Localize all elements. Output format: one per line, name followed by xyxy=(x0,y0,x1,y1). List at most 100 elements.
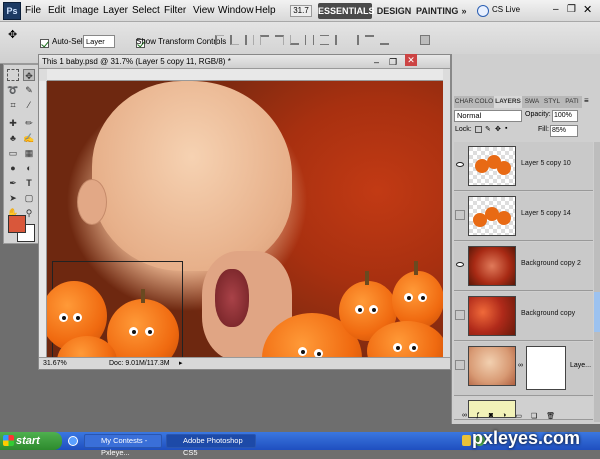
start-button[interactable]: start xyxy=(0,432,62,450)
dodge-tool-icon[interactable]: ◐ xyxy=(23,162,35,174)
distribute-bottom-icon[interactable] xyxy=(335,35,344,45)
auto-select-dropdown[interactable]: Layer xyxy=(83,35,115,48)
clone-stamp-tool-icon[interactable]: ♣ xyxy=(7,132,19,144)
eyedropper-tool-icon[interactable]: ⁄ xyxy=(23,99,35,111)
foreground-color-swatch[interactable] xyxy=(8,215,26,233)
tab-color[interactable]: COLO xyxy=(474,96,494,108)
taskbar-item-browser[interactable]: My Contests - Pxleye... xyxy=(84,434,162,457)
lock-image-icon[interactable]: ✎ xyxy=(485,125,491,133)
close-icon[interactable]: ✕ xyxy=(583,3,592,16)
menu-window[interactable]: Window xyxy=(218,5,254,16)
adjustment-layer-icon[interactable]: ◑ xyxy=(502,412,506,422)
distribute-center-icon[interactable] xyxy=(365,35,374,45)
visibility-toggle[interactable] xyxy=(455,360,465,370)
doc-close-icon[interactable]: ✕ xyxy=(405,54,417,66)
minimize-icon[interactable]: – xyxy=(553,4,559,15)
menu-help[interactable]: Help xyxy=(255,5,276,16)
auto-align-layers-icon[interactable] xyxy=(420,35,430,45)
status-arrow-icon[interactable]: ▸ xyxy=(179,358,183,370)
security-shield-icon[interactable] xyxy=(462,435,471,446)
tab-character[interactable]: CHAR xyxy=(454,96,474,108)
history-brush-tool-icon[interactable]: ✍ xyxy=(23,132,35,144)
document-tab[interactable]: This 1 baby.psd @ 31.7% (Layer 5 copy 11… xyxy=(39,54,450,69)
layers-scrollbar[interactable] xyxy=(594,142,600,422)
tab-styles[interactable]: STYL xyxy=(542,96,562,108)
workspace-painting[interactable]: PAINTING xyxy=(416,3,458,19)
lock-transparent-icon[interactable] xyxy=(475,126,482,133)
distribute-middle-icon[interactable] xyxy=(320,35,329,45)
quick-selection-tool-icon[interactable]: ✎ xyxy=(23,84,35,96)
layer-mask-thumbnail[interactable] xyxy=(526,346,566,390)
path-selection-tool-icon[interactable]: ➤ xyxy=(7,192,19,204)
crop-tool-icon[interactable]: ⌗ xyxy=(7,99,19,111)
align-left-icon[interactable] xyxy=(260,35,269,45)
blur-tool-icon[interactable]: ● xyxy=(7,162,19,174)
opacity-input[interactable]: 100% xyxy=(552,110,578,122)
spot-healing-tool-icon[interactable]: ✚ xyxy=(7,117,19,129)
pen-tool-icon[interactable]: ✒ xyxy=(7,177,19,189)
type-tool-icon[interactable]: T xyxy=(23,177,35,189)
align-bottom-icon[interactable] xyxy=(245,35,254,45)
layer-row[interactable]: Background copy 2 xyxy=(454,242,593,291)
new-layer-icon[interactable]: ❏ xyxy=(531,412,537,422)
panel-menu-icon[interactable]: ≡ xyxy=(584,96,589,105)
lasso-tool-icon[interactable]: ➰ xyxy=(7,84,19,96)
tab-swatches[interactable]: SWA xyxy=(522,96,542,108)
shape-tool-icon[interactable]: ▢ xyxy=(23,192,35,204)
visibility-toggle[interactable] xyxy=(455,210,465,220)
tab-paths[interactable]: PATI xyxy=(562,96,582,108)
doc-minimize-icon[interactable]: – xyxy=(374,55,379,69)
menu-layer[interactable]: Layer xyxy=(103,5,128,16)
brush-tool-icon[interactable]: ✏ xyxy=(23,117,35,129)
align-middle-icon[interactable] xyxy=(230,35,239,45)
new-group-icon[interactable]: ▭ xyxy=(515,412,522,422)
eraser-tool-icon[interactable]: ▭ xyxy=(7,147,19,159)
workspace-design[interactable]: DESIGN xyxy=(376,3,412,19)
lock-all-icon[interactable]: ▪ xyxy=(505,125,507,132)
visibility-eye-icon[interactable] xyxy=(456,262,464,267)
auto-select-checkbox[interactable] xyxy=(40,38,49,48)
link-layers-icon[interactable]: ∞ xyxy=(462,412,467,422)
layer-style-icon[interactable]: ƒ xyxy=(476,412,480,422)
layer-row[interactable]: Layer 5 copy 10 xyxy=(454,142,593,191)
quick-launch-browser-icon[interactable] xyxy=(68,436,78,446)
menu-view[interactable]: View xyxy=(193,5,215,16)
lock-position-icon[interactable]: ✥ xyxy=(495,125,501,133)
fill-input[interactable]: 85% xyxy=(550,125,578,137)
cs-live-button[interactable]: CS Live xyxy=(492,5,520,14)
blend-mode-dropdown[interactable]: Normal xyxy=(454,110,522,122)
taskbar-item-photoshop[interactable]: Adobe Photoshop CS5 xyxy=(166,434,256,457)
zoom-percentage[interactable]: 31.67% xyxy=(43,358,67,370)
visibility-eye-icon[interactable] xyxy=(456,162,464,167)
align-top-icon[interactable] xyxy=(215,35,224,45)
restore-icon[interactable]: ❐ xyxy=(567,4,576,15)
menu-select[interactable]: Select xyxy=(132,5,160,16)
distribute-right-icon[interactable] xyxy=(380,35,389,45)
layer-row[interactable]: Background copy xyxy=(454,292,593,341)
distribute-left-icon[interactable] xyxy=(350,35,359,45)
layer-thumbnail xyxy=(468,146,516,186)
move-tool-icon[interactable]: ✥ xyxy=(23,69,35,81)
menu-file[interactable]: File xyxy=(25,5,41,16)
align-center-icon[interactable] xyxy=(275,35,284,45)
workspace-more-button[interactable]: » xyxy=(459,3,469,19)
layer-row[interactable]: Layer 5 copy 14 xyxy=(454,192,593,241)
marquee-tool-icon[interactable] xyxy=(7,69,19,81)
visibility-toggle[interactable] xyxy=(455,310,465,320)
menu-filter[interactable]: Filter xyxy=(164,5,186,16)
gradient-tool-icon[interactable]: ▦ xyxy=(23,147,35,159)
zoom-level-dropdown[interactable]: 31.7 xyxy=(290,5,312,17)
scrollbar-thumb[interactable] xyxy=(594,292,600,332)
add-mask-icon[interactable]: ◙ xyxy=(489,412,493,422)
tab-layers[interactable]: LAYERS xyxy=(494,96,522,108)
menu-edit[interactable]: Edit xyxy=(48,5,65,16)
layer-row[interactable]: ∞ Laye... xyxy=(454,342,593,396)
workspace-essentials[interactable]: ESSENTIALS xyxy=(318,3,375,19)
menu-image[interactable]: Image xyxy=(71,5,99,16)
move-tool-icon[interactable]: ✥ xyxy=(8,28,17,41)
canvas-image[interactable] xyxy=(47,81,443,359)
delete-layer-icon[interactable]: 🗑 xyxy=(546,412,555,422)
doc-restore-icon[interactable]: ❐ xyxy=(389,55,397,69)
distribute-top-icon[interactable] xyxy=(305,35,314,45)
align-right-icon[interactable] xyxy=(290,35,299,45)
